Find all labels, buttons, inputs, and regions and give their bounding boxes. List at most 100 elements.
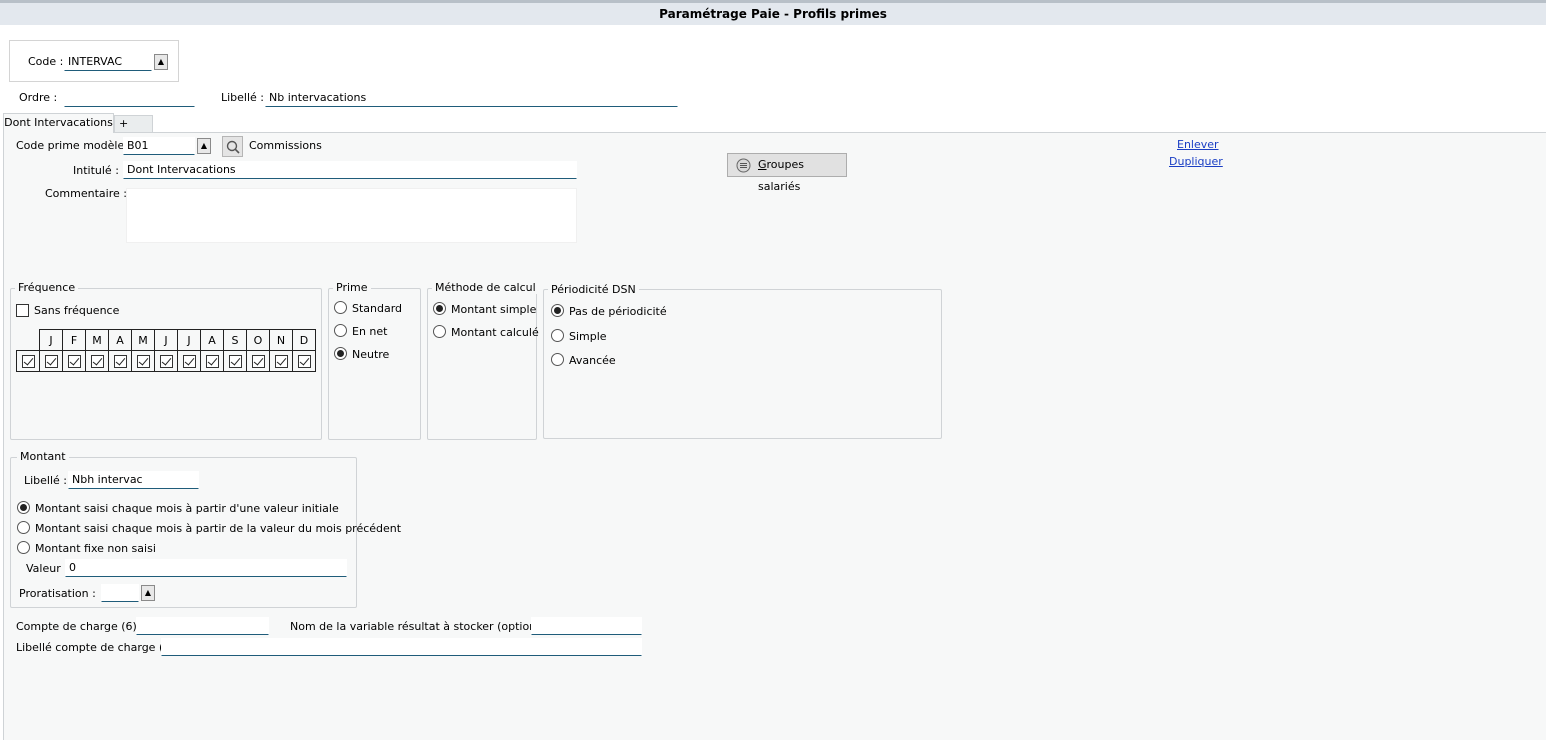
tab-add[interactable]: + (114, 115, 153, 132)
triangle-up-icon: ▲ (144, 588, 152, 597)
compte-charge-input[interactable] (136, 617, 269, 635)
code-label: Code : (28, 55, 64, 68)
montant-libelle-label: Libellé : (24, 474, 68, 487)
sans-frequence-label: Sans fréquence (34, 304, 120, 317)
month-header: M (85, 329, 109, 351)
month-cell (108, 350, 132, 372)
valeur-input[interactable]: 0 (65, 559, 347, 577)
commentaire-label: Commentaire : (45, 187, 127, 200)
prime-neutre-label: Neutre (352, 348, 390, 361)
month-checkbox-oct[interactable] (251, 354, 265, 368)
month-cell (39, 350, 63, 372)
month-cell (246, 350, 270, 372)
groupes-salaries-label: Groupes salariés (758, 154, 846, 198)
month-header: D (292, 329, 316, 351)
month-checkbox-nov[interactable] (274, 354, 288, 368)
dupliquer-link[interactable]: Dupliquer (1169, 155, 1223, 168)
month-cell (269, 350, 293, 372)
month-cell (62, 350, 86, 372)
month-checkbox-sep[interactable] (228, 354, 242, 368)
groupes-salaries-button[interactable]: Groupes salariés (727, 153, 847, 193)
month-cell (154, 350, 178, 372)
month-header: M (131, 329, 155, 351)
intitule-input[interactable]: Dont Intervacations (123, 161, 577, 179)
sans-frequence-checkbox[interactable] (16, 304, 29, 317)
search-icon (226, 140, 240, 154)
compte-charge-label: Compte de charge (6) : (16, 620, 145, 633)
montant-fixe-label: Montant fixe non saisi (35, 542, 156, 555)
periodicite-simple-radio[interactable] (551, 329, 564, 342)
periodicite-pas-radio[interactable] (551, 304, 564, 317)
month-cell (85, 350, 109, 372)
prime-standard-radio[interactable] (334, 301, 347, 314)
month-header: A (200, 329, 224, 351)
month-header: A (108, 329, 132, 351)
code-prime-input[interactable]: B01 (123, 137, 195, 155)
ordre-input[interactable] (64, 89, 195, 107)
libelle-compte-charge-input[interactable] (161, 638, 642, 656)
prime-en-net-radio[interactable] (334, 324, 347, 337)
month-checkbox-jul[interactable] (182, 354, 196, 368)
month-cell (292, 350, 316, 372)
methode-legend: Méthode de calcul (432, 281, 539, 294)
months-corner (16, 329, 40, 351)
periodicite-simple-label: Simple (569, 330, 607, 343)
prime-en-net-label: En net (352, 325, 388, 338)
month-header: F (62, 329, 86, 351)
month-header: S (223, 329, 247, 351)
frequence-legend: Fréquence (15, 281, 79, 294)
month-checkbox-may[interactable] (136, 354, 150, 368)
libelle-input[interactable]: Nb intervacations (265, 89, 678, 107)
months-header-row: J F M A M J J A S O N D (16, 329, 316, 351)
triangle-up-icon: ▲ (157, 57, 165, 66)
code-input[interactable]: INTERVAC (64, 53, 152, 71)
month-checkbox-jan[interactable] (44, 354, 58, 368)
montant-libelle-input[interactable]: Nbh intervac (68, 471, 199, 489)
periodicite-avancee-radio[interactable] (551, 353, 564, 366)
montant-initiale-label: Montant saisi chaque mois à partir d'une… (35, 502, 339, 515)
month-header: J (154, 329, 178, 351)
month-checkbox-feb[interactable] (67, 354, 81, 368)
month-checkbox-mar[interactable] (90, 354, 104, 368)
month-cell (177, 350, 201, 372)
variable-resultat-label: Nom de la variable résultat à stocker (o… (290, 620, 565, 633)
all-months-checkbox[interactable] (21, 354, 35, 368)
proratisation-input[interactable] (101, 584, 139, 602)
prime-neutre-radio[interactable] (334, 347, 347, 360)
montant-fixe-radio[interactable] (17, 541, 30, 554)
libelle-compte-charge-label: Libellé compte de charge (6) : (16, 641, 182, 654)
code-prime-dropdown-button[interactable]: ▲ (197, 138, 211, 154)
periodicite-legend: Périodicité DSN (548, 283, 639, 296)
month-checkbox-apr[interactable] (113, 354, 127, 368)
methode-simple-label: Montant simple (451, 303, 537, 316)
month-header: J (177, 329, 201, 351)
search-button[interactable] (222, 136, 243, 157)
all-months-cell (16, 350, 40, 372)
code-prime-label: Code prime modèle : (16, 139, 132, 152)
valeur-label: Valeur : (26, 562, 68, 575)
montant-precedent-radio[interactable] (17, 521, 30, 534)
proratisation-dropdown-button[interactable]: ▲ (141, 585, 155, 601)
variable-resultat-input[interactable] (531, 617, 642, 635)
enlever-link[interactable]: Enlever (1177, 138, 1219, 151)
methode-simple-radio[interactable] (433, 302, 446, 315)
months-grid: J F M A M J J A S O N D (16, 329, 316, 372)
tab-dont-intervacations[interactable]: Dont Intervacations (3, 113, 114, 133)
code-dropdown-button[interactable]: ▲ (154, 54, 168, 70)
commentaire-textarea[interactable] (126, 188, 577, 243)
methode-calcule-label: Montant calculé (451, 326, 539, 339)
month-cell (223, 350, 247, 372)
montant-initiale-radio[interactable] (17, 501, 30, 514)
window-title: Paramétrage Paie - Profils primes (0, 0, 1546, 25)
intitule-label: Intitulé : (73, 164, 119, 177)
periodicite-pas-label: Pas de périodicité (569, 305, 667, 318)
month-checkbox-jun[interactable] (159, 354, 173, 368)
prime-legend: Prime (333, 281, 371, 294)
month-checkbox-dec[interactable] (297, 354, 311, 368)
month-checkbox-aug[interactable] (205, 354, 219, 368)
periodicite-avancee-label: Avancée (569, 354, 616, 367)
montant-legend: Montant (17, 450, 69, 463)
methode-calcule-radio[interactable] (433, 325, 446, 338)
code-prime-description: Commissions (249, 139, 322, 152)
ordre-label: Ordre : (19, 91, 58, 104)
